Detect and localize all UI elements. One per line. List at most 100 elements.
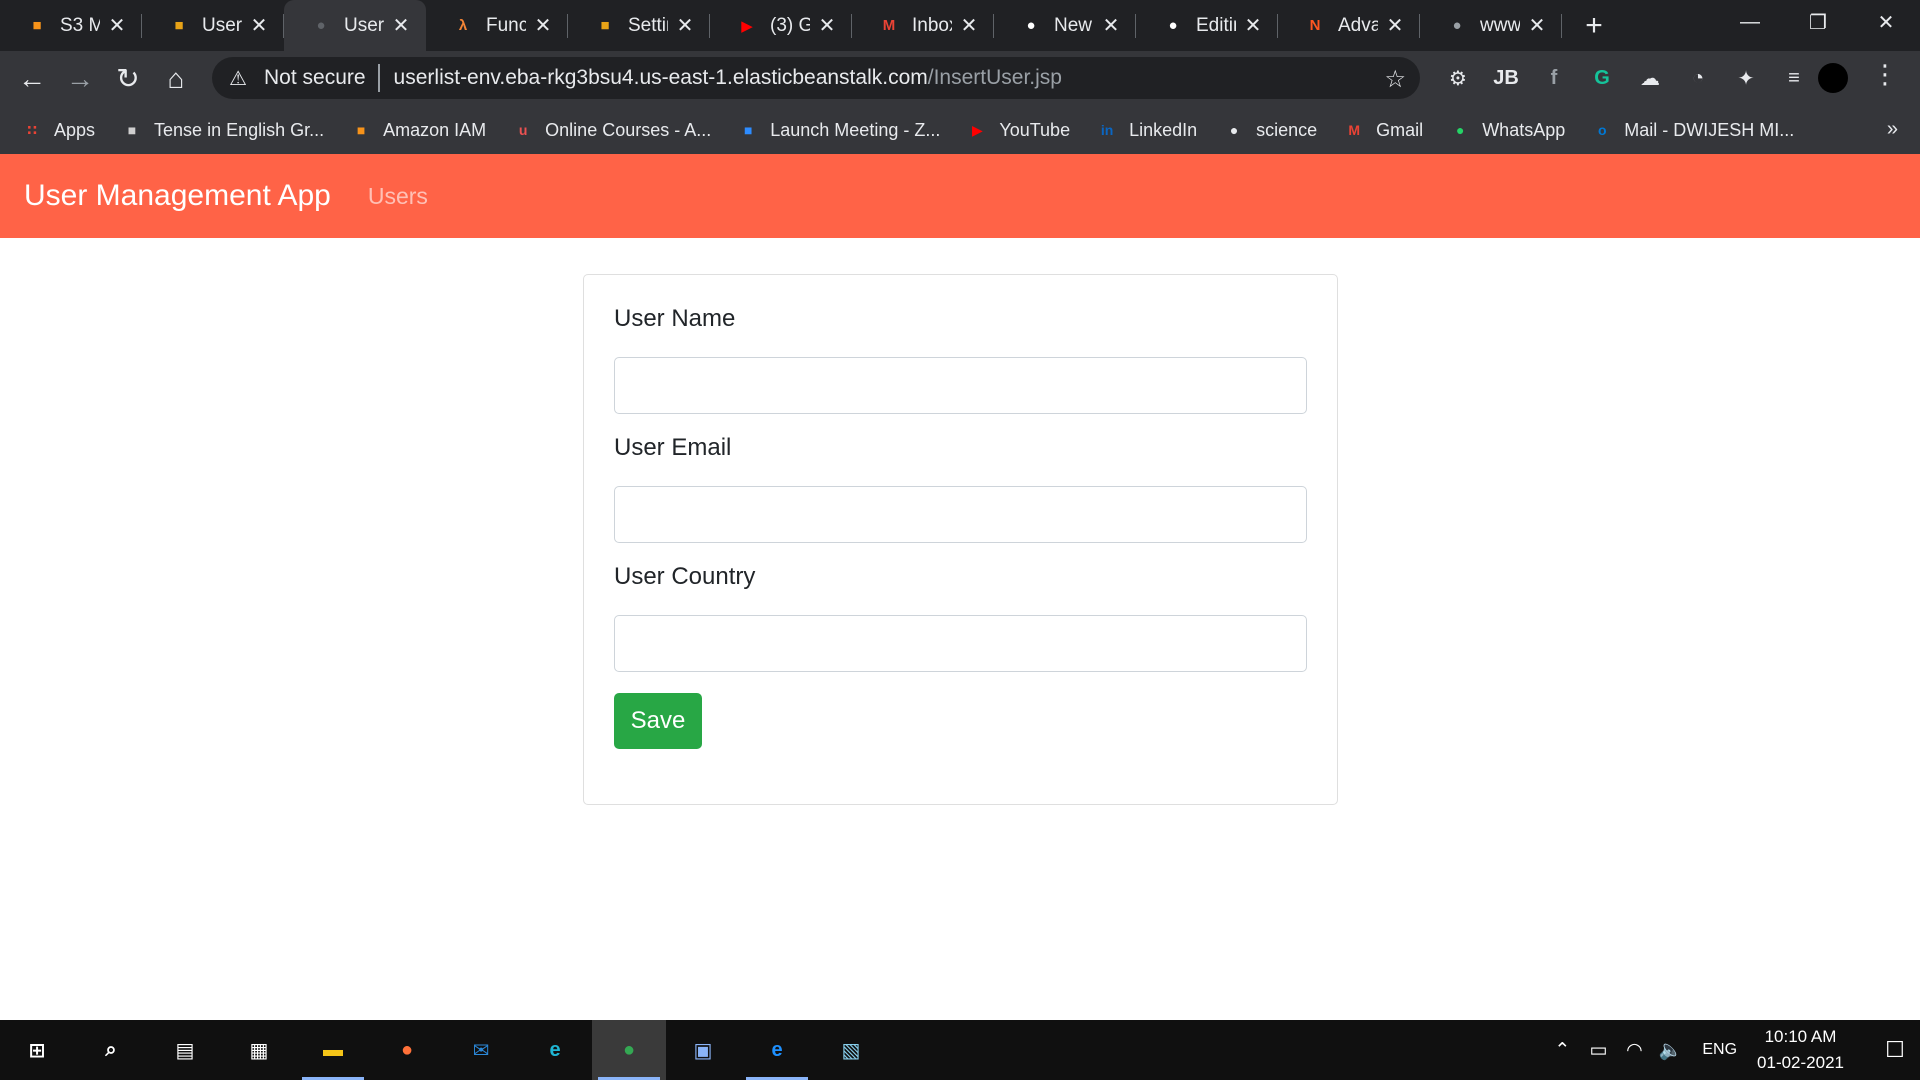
notepad-app-taskbar-button[interactable]: ▧ — [814, 1020, 888, 1080]
back-button[interactable]: ← — [8, 55, 56, 103]
notification-icon[interactable]: ☐ — [1870, 1037, 1920, 1063]
tab-title: Settin — [628, 14, 668, 36]
beanstalk-icon: ■ — [600, 17, 610, 34]
file-explorer-taskbar-button[interactable]: ▬ — [296, 1020, 370, 1080]
bookmark-item[interactable]: M Gmail — [1342, 118, 1423, 142]
bookmark-item[interactable]: ▶ YouTube — [965, 118, 1070, 142]
browser-tab[interactable]: ● User M ✕ — [284, 0, 426, 51]
user-name-input[interactable] — [614, 357, 1307, 414]
nav-link-users[interactable]: Users — [368, 183, 428, 210]
mail-taskbar-button[interactable]: ✉ — [444, 1020, 518, 1080]
address-bar[interactable]: ⚠ Not secure userlist-env.eba-rkg3bsu4.u… — [212, 57, 1420, 99]
grammarly-extension-icon[interactable]: G — [1578, 55, 1626, 103]
browser-toolbar: ← → ↻ ⌂ ⚠ Not secure userlist-env.eba-rk… — [0, 51, 1920, 106]
language-indicator[interactable]: ENG — [1702, 1041, 1737, 1059]
tab-close-icon[interactable]: ✕ — [816, 15, 838, 37]
wifi-icon[interactable]: ◠ — [1616, 1039, 1652, 1062]
clock-date: 01-02-2021 — [1757, 1053, 1844, 1072]
clock[interactable]: 10:10 AM 01-02-2021 — [1757, 1024, 1844, 1076]
mail-icon: ✉ — [472, 1039, 490, 1062]
tab-title: Functi — [486, 14, 526, 36]
jb-extension-icon[interactable]: JB — [1482, 55, 1530, 103]
tab-title: Editin — [1196, 14, 1236, 36]
close-window-button[interactable]: ✕ — [1852, 0, 1920, 44]
menu-kebab-icon[interactable]: ⋮ — [1872, 59, 1898, 90]
edge-taskbar-button[interactable]: e — [518, 1020, 592, 1080]
browser-tab[interactable]: ● New I ✕ — [994, 0, 1136, 51]
browser-tab[interactable]: N Advar ✕ — [1278, 0, 1420, 51]
translate-extension-icon[interactable]: f — [1530, 55, 1578, 103]
bookmark-item[interactable]: u Online Courses - A... — [511, 118, 711, 142]
browser-tab[interactable]: ● Editin ✕ — [1136, 0, 1278, 51]
tab-close-icon[interactable]: ✕ — [532, 15, 554, 37]
tab-close-icon[interactable]: ✕ — [1384, 15, 1406, 37]
bookmark-item[interactable]: ● WhatsApp — [1448, 118, 1565, 142]
new-tab-button[interactable]: + — [1570, 0, 1618, 51]
bookmark-item[interactable]: ∷ Apps — [20, 118, 95, 142]
tab-close-icon[interactable]: ✕ — [1100, 15, 1122, 37]
browser-tab[interactable]: ■ S3 Ma ✕ — [0, 0, 142, 51]
minimize-button[interactable]: — — [1716, 0, 1784, 44]
windows-taskbar: ⊞ ⌕ ▤ ▦ ▬ ● ✉ e ● ▣ e ▧ ⌃ ▭ ◠ 🔈 ENG 10:10 AM 01-02-… — [0, 1020, 1920, 1080]
tab-close-icon[interactable]: ✕ — [106, 15, 128, 37]
store-taskbar-button[interactable]: ▦ — [222, 1020, 296, 1080]
windows-start-taskbar-button[interactable]: ⊞ — [0, 1020, 74, 1080]
tab-close-icon[interactable]: ✕ — [390, 15, 412, 37]
url-text[interactable]: userlist-env.eba-rkg3bsu4.us-east-1.elas… — [394, 66, 1062, 90]
bookmark-item[interactable]: in LinkedIn — [1095, 118, 1197, 142]
browser-tab[interactable]: λ Functi ✕ — [426, 0, 568, 51]
tab-close-icon[interactable]: ✕ — [674, 15, 696, 37]
volume-icon[interactable]: 🔈 — [1652, 1038, 1688, 1062]
browser-tab[interactable]: ● www. ✕ — [1420, 0, 1562, 51]
bookmark-item[interactable]: ■ Amazon IAM — [349, 118, 486, 142]
tab-close-icon[interactable]: ✕ — [1242, 15, 1264, 37]
apps-grid-icon: ∷ — [27, 121, 37, 138]
task-view-taskbar-button[interactable]: ▤ — [148, 1020, 222, 1080]
restore-button[interactable]: ❐ — [1784, 0, 1852, 44]
bookmark-star-icon[interactable]: ☆ — [1384, 65, 1406, 94]
chevron-up-icon[interactable]: ⌃ — [1544, 1039, 1580, 1062]
user-email-input[interactable] — [614, 486, 1307, 543]
internet-explorer-taskbar-button[interactable]: e — [740, 1020, 814, 1080]
security-label[interactable]: Not secure — [264, 66, 366, 90]
file-explorer-icon: ▬ — [323, 1038, 343, 1061]
profile-avatar[interactable] — [1818, 63, 1848, 93]
bookmark-item[interactable]: o Mail - DWIJESH MI... — [1590, 118, 1794, 142]
bookmark-item[interactable]: ● science — [1222, 118, 1317, 142]
tab-close-icon[interactable]: ✕ — [248, 15, 270, 37]
youtube-icon: ▶ — [971, 121, 983, 138]
gear-extension-icon[interactable]: ⚙ — [1434, 55, 1482, 103]
tab-list: ■S3 Ma✕■Userli✕●User M✕λFuncti✕■Settin✕▶… — [0, 0, 1562, 51]
battery-icon[interactable]: ▭ — [1580, 1039, 1616, 1062]
cube-app-taskbar-button[interactable]: ▣ — [666, 1020, 740, 1080]
user-country-input[interactable] — [614, 615, 1307, 672]
browser-tab[interactable]: ■ Settin ✕ — [568, 0, 710, 51]
search-taskbar-button[interactable]: ⌕ — [74, 1020, 148, 1080]
forward-button[interactable]: → — [56, 55, 104, 103]
browser-tab[interactable]: ▶ (3) Gi ✕ — [710, 0, 852, 51]
media-extension-icon[interactable]: ≡ — [1770, 55, 1818, 103]
chrome-icon: ● — [622, 1038, 636, 1061]
browser-tab[interactable]: M Inbox ✕ — [852, 0, 994, 51]
globe-icon: ● — [1229, 122, 1239, 138]
firefox-taskbar-button[interactable]: ● — [370, 1020, 444, 1080]
puzzle-extension-icon[interactable]: ✦ — [1722, 55, 1770, 103]
speed-extension-icon[interactable]: ◔ — [1674, 55, 1722, 103]
cloud-extension-icon[interactable]: ☁ — [1626, 55, 1674, 103]
bookmarks-overflow-icon[interactable]: » — [1887, 118, 1898, 141]
reload-button[interactable]: ↻ — [104, 55, 152, 103]
github-icon: ● — [1168, 17, 1178, 34]
app-brand[interactable]: User Management App — [24, 179, 331, 213]
browser-tab[interactable]: ■ Userli ✕ — [142, 0, 284, 51]
advanced-icon: N — [1309, 17, 1321, 34]
bookmark-label: Tense in English Gr... — [154, 119, 325, 140]
chrome-taskbar-button[interactable]: ● — [592, 1020, 666, 1080]
bookmark-item[interactable]: ■ Tense in English Gr... — [120, 118, 324, 142]
save-button[interactable]: Save — [614, 693, 702, 749]
bookmark-item[interactable]: ■ Launch Meeting - Z... — [736, 118, 940, 142]
tab-close-icon[interactable]: ✕ — [958, 15, 980, 37]
system-tray: ⌃ ▭ ◠ 🔈 ENG 10:10 AM 01-02-2021 ☐ — [1544, 1020, 1920, 1080]
home-button[interactable]: ⌂ — [152, 55, 200, 103]
tab-close-icon[interactable]: ✕ — [1526, 15, 1548, 37]
outlook-icon: o — [1597, 122, 1607, 138]
